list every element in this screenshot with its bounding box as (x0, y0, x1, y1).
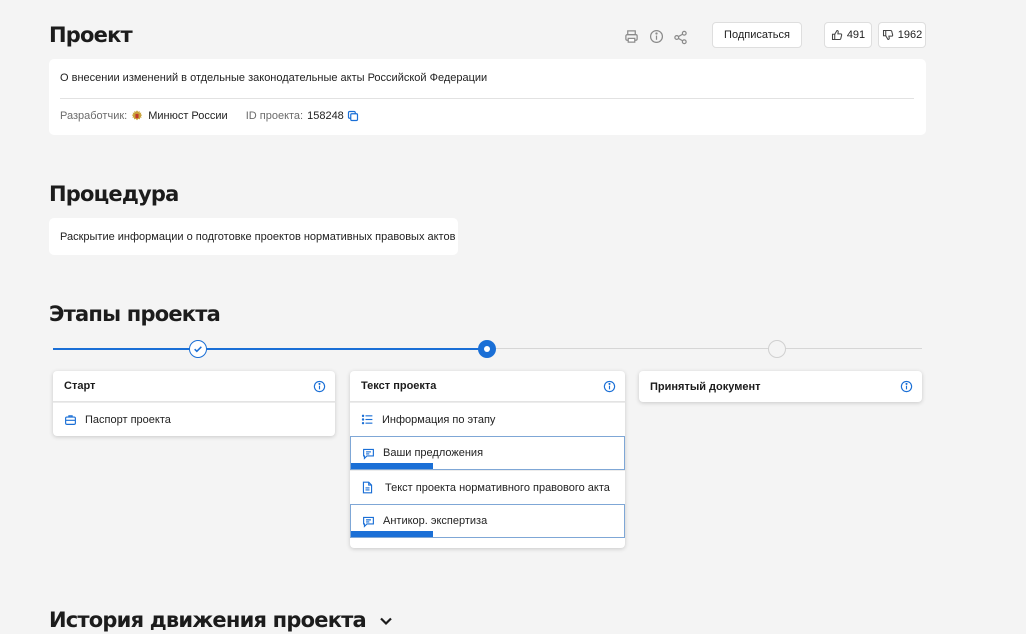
row-label: Ваши предложения (383, 447, 484, 459)
progress-bar (351, 531, 433, 537)
stage-row-info[interactable]: Информация по этапу (350, 402, 625, 436)
divider (60, 98, 914, 99)
project-title: Проект (49, 23, 133, 47)
briefcase-icon (63, 413, 77, 427)
thumbs-up-icon (831, 29, 843, 41)
row-label: Информация по этапу (382, 413, 496, 426)
stage-card-start: Старт Паспорт проекта (53, 371, 335, 436)
stage-header: Принятый документ (639, 371, 922, 402)
timeline-progress-line (53, 348, 487, 350)
stage-header: Старт (53, 371, 335, 402)
stage-label: Старт (64, 380, 96, 392)
progress-bar (351, 463, 433, 469)
document-icon (360, 481, 374, 495)
share-icon[interactable] (672, 29, 688, 45)
stage-label: Принятый документ (650, 380, 761, 393)
timeline-pending-line (487, 348, 922, 349)
like-count: 491 (846, 29, 866, 41)
check-icon (194, 346, 202, 353)
row-label: Антикор. экспертиза (383, 515, 488, 527)
history-title: История движения проекта (49, 608, 367, 632)
stage-label: Текст проекта (361, 380, 437, 392)
info-icon[interactable] (603, 380, 616, 393)
stage-row-passport[interactable]: Паспорт проекта (53, 402, 335, 436)
thumbs-down-icon (882, 29, 894, 41)
stage-pending-marker (768, 340, 786, 358)
history-toggle[interactable]: История движения проекта (49, 608, 394, 632)
procedure-text: Раскрытие информации о подготовке проект… (60, 231, 456, 243)
procedure-title: Процедура (49, 182, 179, 206)
stages-title: Этапы проекта (49, 302, 221, 326)
row-label: Текст проекта нормативного правового акт… (385, 481, 610, 494)
info-icon[interactable] (648, 28, 664, 44)
project-description: О внесении изменений в отдельные законод… (60, 72, 488, 84)
comment-icon (361, 446, 375, 460)
stage-row-document[interactable]: Текст проекта нормативного правового акт… (350, 470, 625, 504)
stage-card-text: Текст проекта Информация по этапу Ваши п… (350, 371, 625, 548)
stage-row-anticorruption[interactable]: Антикор. экспертиза (350, 504, 625, 538)
like-button[interactable]: 491 (824, 22, 872, 48)
list-icon (360, 413, 374, 427)
comment-icon (361, 514, 375, 528)
project-id-label: ID проекта: (245, 110, 304, 122)
coat-of-arms-icon (130, 109, 144, 123)
developer-label: Разработчик: (60, 110, 128, 122)
subscribe-button[interactable]: Подписаться (712, 22, 802, 48)
dislike-button[interactable]: 1962 (878, 22, 926, 48)
stage-completed-marker (189, 340, 207, 358)
project-card: О внесении изменений в отдельные законод… (49, 59, 926, 135)
info-icon[interactable] (313, 380, 326, 393)
chevron-down-icon (378, 613, 394, 629)
stage-current-marker (478, 340, 496, 358)
project-id-value: 158248 (307, 110, 344, 122)
developer-value[interactable]: Минюст России (148, 110, 228, 122)
copy-icon[interactable] (347, 110, 359, 122)
stage-card-adopted: Принятый документ (639, 371, 922, 402)
procedure-card: Раскрытие информации о подготовке проект… (49, 218, 458, 255)
project-meta: Разработчик: Минюст России ID проекта: 1… (60, 109, 359, 123)
dislike-count: 1962 (897, 29, 923, 41)
stage-row-proposals[interactable]: Ваши предложения (350, 436, 625, 470)
row-label: Паспорт проекта (85, 413, 171, 426)
print-icon[interactable] (623, 28, 639, 44)
stage-header: Текст проекта (350, 371, 625, 402)
info-icon[interactable] (900, 380, 913, 393)
